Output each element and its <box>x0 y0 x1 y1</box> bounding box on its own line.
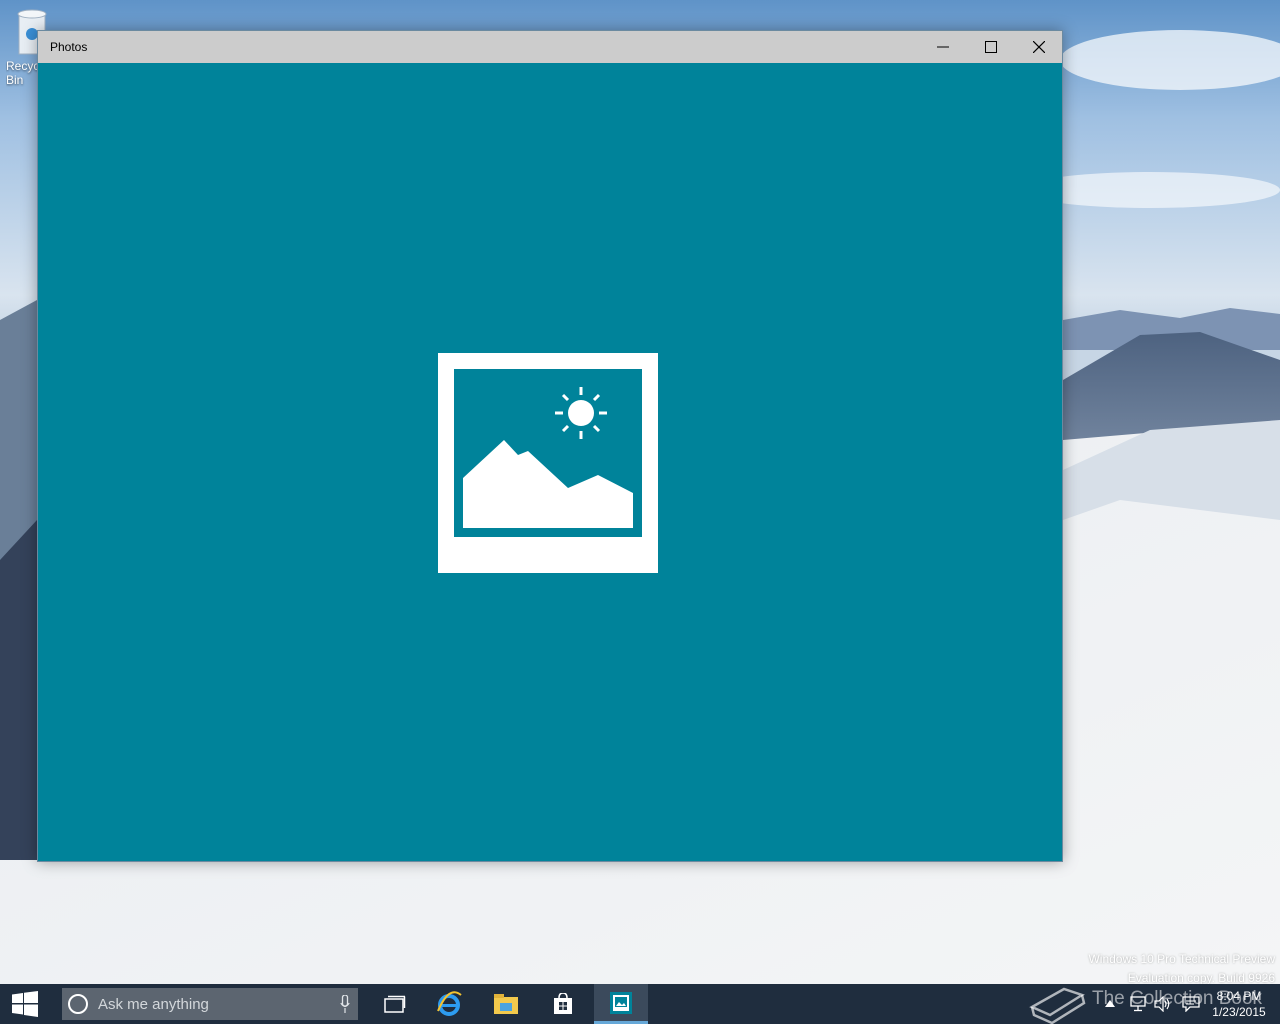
folder-icon <box>494 994 518 1014</box>
cortana-search-box[interactable] <box>62 988 358 1020</box>
cortana-icon <box>68 994 88 1014</box>
photos-taskbar-button[interactable] <box>594 984 648 1024</box>
internet-explorer-icon <box>437 991 462 1016</box>
internet-explorer-button[interactable] <box>422 984 476 1024</box>
photos-splash-content <box>38 63 1062 861</box>
collection-book-watermark: The Collection Book <box>1092 988 1263 1009</box>
photos-window: Photos <box>37 30 1063 862</box>
store-button[interactable] <box>536 984 590 1024</box>
build-watermark: Windows 10 Pro Technical Preview Evaluat… <box>1088 950 1275 988</box>
search-input[interactable] <box>98 995 323 1013</box>
task-view-button[interactable] <box>368 984 422 1024</box>
watermark-line-1: Windows 10 Pro Technical Preview <box>1088 952 1275 966</box>
window-title: Photos <box>50 40 88 54</box>
microphone-icon[interactable] <box>340 995 350 1013</box>
taskbar: 8:04 PM 1/23/2015 <box>0 984 1280 1024</box>
photos-logo-icon <box>438 353 658 573</box>
windows-logo-icon <box>12 991 38 1017</box>
maximize-icon <box>985 41 997 53</box>
file-explorer-button[interactable] <box>479 984 533 1024</box>
task-view-icon <box>384 995 406 1013</box>
window-titlebar[interactable]: Photos <box>38 31 1062 63</box>
close-button[interactable] <box>1016 31 1062 63</box>
maximize-button[interactable] <box>968 31 1014 63</box>
minimize-button[interactable] <box>920 31 966 63</box>
store-icon <box>554 993 572 1014</box>
start-button[interactable] <box>0 984 50 1024</box>
minimize-icon <box>937 46 949 48</box>
close-icon <box>1033 41 1045 53</box>
photos-app-icon <box>610 991 632 1014</box>
book-logo-icon <box>1029 987 1086 1024</box>
